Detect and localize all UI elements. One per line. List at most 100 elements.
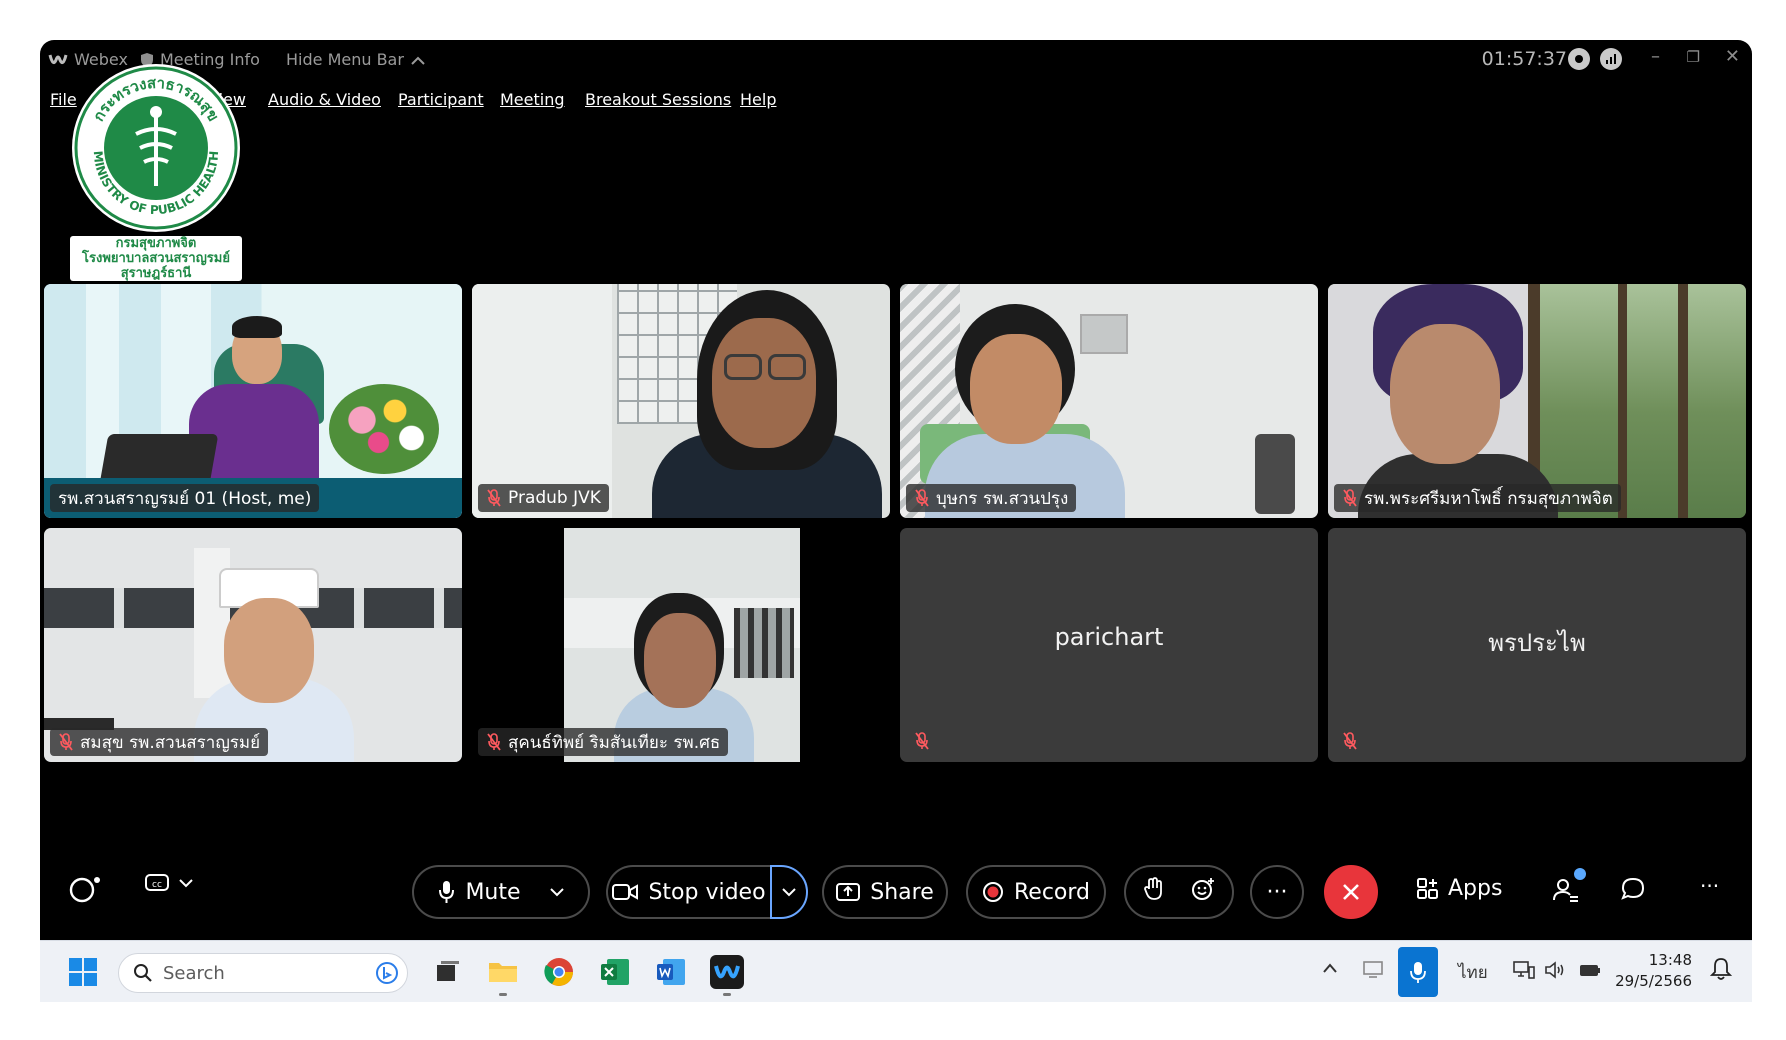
battery-icon[interactable] (1578, 959, 1602, 986)
muted-mic-icon (1343, 489, 1357, 507)
participant-name: รพ.พระศรีมหาโพธิ์ กรมสุขภาพจิต (1364, 488, 1613, 509)
logo-line-1: กรมสุขภาพจิต (115, 236, 197, 251)
video-tile-participant[interactable]: สมสุข รพ.สวนสราญรมย์ (44, 528, 462, 762)
monitor-tray-icon[interactable] (1362, 959, 1384, 984)
hospital-logo: กระทรวงสาธารณสุข MINISTRY OF PUBLIC HEAL… (70, 62, 242, 286)
windows-start-icon[interactable] (66, 955, 100, 989)
network-stats-icon[interactable] (1600, 48, 1622, 70)
video-feed (44, 528, 462, 762)
hide-menu-bar-label: Hide Menu Bar (286, 50, 404, 69)
video-camera-icon (612, 884, 639, 900)
microphone-in-use-icon[interactable] (1398, 947, 1438, 997)
close-x-icon (1343, 884, 1359, 900)
taskbar-clock[interactable]: 13:48 29/5/2566 (1615, 950, 1692, 992)
show-hidden-icons-chevron-up-icon[interactable] (1322, 959, 1338, 979)
taskbar-search-input[interactable]: Search (118, 953, 408, 993)
chevron-down-icon (782, 888, 796, 897)
muted-mic-icon (487, 733, 501, 751)
chevron-down-icon (549, 888, 564, 897)
chrome-icon[interactable] (542, 955, 576, 989)
captions-button[interactable]: cc (144, 872, 194, 894)
video-options-dropdown[interactable] (770, 865, 808, 919)
task-view-icon[interactable] (430, 955, 464, 989)
apps-grid-icon (1417, 877, 1438, 899)
menu-breakout-sessions[interactable]: Breakout Sessions (585, 90, 731, 109)
menu-help[interactable]: Help (740, 90, 776, 109)
participant-name: สมสุข รพ.สวนสราญรมย์ (80, 732, 261, 753)
share-button[interactable]: Share (822, 865, 948, 919)
video-feed (44, 284, 462, 518)
participant-name-tag: Pradub JVK (478, 484, 609, 512)
network-icon[interactable] (1512, 959, 1536, 986)
video-feed (900, 284, 1318, 518)
participant-name: รพ.สวนสราญรมย์ 01 (Host, me) (58, 488, 312, 509)
chevron-up-icon (411, 56, 425, 65)
input-language[interactable]: ไทย (1458, 959, 1488, 986)
menu-meeting[interactable]: Meeting (500, 90, 565, 109)
participant-name-tag: รพ.พระศรีมหาโพธิ์ กรมสุขภาพจิต (1334, 484, 1621, 512)
file-explorer-icon[interactable] (486, 955, 520, 996)
participant-name: parichart (1054, 623, 1164, 651)
overflow-dots-icon: ··· (1700, 874, 1720, 898)
participant-name-tag: บุษกร รพ.สวนปรุง (906, 484, 1077, 512)
webex-logo-icon (48, 54, 68, 64)
share-label: Share (870, 879, 934, 905)
logo-line-2: โรงพยาบาลสวนสราญรมย์ (82, 251, 230, 266)
video-tile-participant[interactable]: สุคนธ์ทิพย์ ริมสันเทียะ รพ.ศธ (472, 528, 890, 762)
layout-toggle[interactable] (68, 874, 102, 904)
record-label: Record (1013, 879, 1090, 905)
webex-taskbar-icon[interactable] (710, 955, 744, 996)
overflow-menu-button[interactable]: ··· (1700, 874, 1719, 898)
recording-status-icon[interactable] (1568, 48, 1590, 70)
menu-bar: File View Audio & Video Participant Meet… (40, 84, 1752, 114)
reactions-group (1124, 865, 1234, 919)
muted-mic-icon (59, 733, 73, 751)
mute-button[interactable]: Mute (412, 865, 590, 919)
restore-icon[interactable]: ❐ (1687, 48, 1700, 66)
word-icon[interactable] (654, 955, 688, 989)
participant-name: บุษกร รพ.สวนปรุง (936, 488, 1069, 509)
volume-icon[interactable] (1544, 959, 1568, 986)
muted-mic-icon (487, 489, 501, 507)
apps-label: Apps (1448, 876, 1503, 901)
end-call-button[interactable] (1324, 865, 1378, 919)
muted-mic-icon (1343, 732, 1357, 750)
menu-participant[interactable]: Participant (398, 90, 484, 109)
menu-audio-video[interactable]: Audio & Video (268, 90, 381, 109)
video-tile-participant[interactable]: parichart (900, 528, 1318, 762)
minimize-icon[interactable]: – (1651, 46, 1660, 67)
chat-bubble-icon (1621, 877, 1645, 900)
record-button[interactable]: Record (966, 865, 1106, 919)
excel-icon[interactable] (598, 955, 632, 989)
meeting-controls: cc Mute Stop video Share Record ··· Apps… (40, 860, 1752, 930)
participants-panel-button[interactable] (1552, 868, 1586, 904)
notification-bell-icon[interactable] (1709, 957, 1733, 986)
more-options-button[interactable]: ··· (1250, 865, 1304, 919)
participant-name-tag: สุคนธ์ทิพย์ ริมสันเทียะ รพ.ศธ (478, 728, 729, 756)
close-icon[interactable]: ✕ (1725, 46, 1740, 67)
hide-menu-bar-button[interactable]: Hide Menu Bar (286, 50, 426, 69)
stop-video-label: Stop video (648, 879, 766, 905)
closed-captions-icon: cc (145, 874, 169, 891)
stop-video-button[interactable]: Stop video (606, 865, 770, 919)
video-tile-participant[interactable]: รพ.พระศรีมหาโพธิ์ กรมสุขภาพจิต (1328, 284, 1746, 518)
video-tile-participant[interactable]: บุษกร รพ.สวนปรุง (900, 284, 1318, 518)
reactions-emoji-icon[interactable] (1191, 877, 1215, 907)
raise-hand-icon[interactable] (1143, 877, 1163, 907)
microphone-icon (439, 881, 455, 903)
video-tile-participant[interactable]: Pradub JVK (472, 284, 890, 518)
taskbar-date: 29/5/2566 (1615, 972, 1692, 990)
svg-text:cc: cc (152, 880, 162, 890)
windows-taskbar: Search ไทย 13:48 29/5/2566 (40, 940, 1752, 1002)
title-bar: Webex Meeting Info Hide Menu Bar 01:57:3… (40, 40, 1752, 80)
mute-label: Mute (465, 879, 521, 905)
participant-name: พรประไพ (1488, 629, 1586, 657)
share-screen-icon (836, 883, 861, 901)
apps-button[interactable]: Apps (1416, 876, 1502, 901)
chat-button[interactable] (1620, 876, 1646, 902)
participants-icon (1553, 879, 1578, 902)
video-tile-host[interactable]: รพ.สวนสราญรมย์ 01 (Host, me) (44, 284, 462, 518)
video-tile-participant[interactable]: พรประไพ (1328, 528, 1746, 762)
ministry-seal-icon: กระทรวงสาธารณสุข MINISTRY OF PUBLIC HEAL… (72, 64, 240, 232)
participant-name: Pradub JVK (508, 488, 601, 508)
